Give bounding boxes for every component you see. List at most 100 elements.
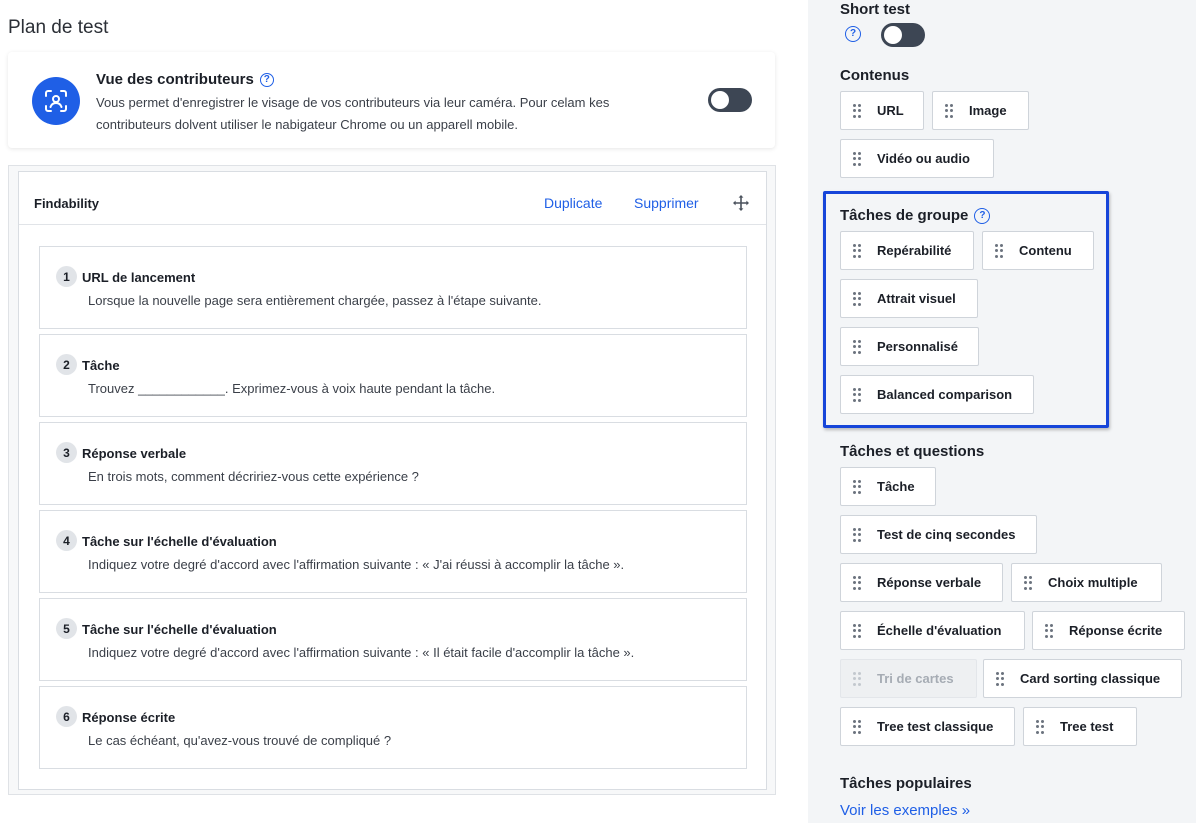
chip-contenu[interactable]: Contenu (982, 231, 1094, 270)
task-item[interactable]: 3 Réponse verbale En trois mots, comment… (39, 422, 747, 505)
chip-url[interactable]: URL (840, 91, 924, 130)
chip-choix-multiple[interactable]: Choix multiple (1011, 563, 1162, 602)
task-library-sidebar: Short test ? Contenus URL Image Vidéo ou… (808, 0, 1196, 823)
chip-reperabilite[interactable]: Repérabilité (840, 231, 974, 270)
chip-attrait-visuel[interactable]: Attrait visuel (840, 279, 978, 318)
task-description: Indiquez votre degré d'accord avec l'aff… (88, 557, 625, 572)
task-description: Trouvez ____________. Exprimez-vous à vo… (88, 381, 496, 396)
contributor-view-card: Vue des contributeurs ? Vous permet d'en… (8, 52, 775, 148)
task-number: 1 (56, 266, 77, 287)
move-icon[interactable] (733, 195, 749, 211)
help-icon[interactable]: ? (259, 72, 274, 87)
drag-handle-icon (995, 243, 1003, 258)
task-title: Tâche sur l'échelle d'évaluation (82, 622, 277, 637)
chip-label: Image (969, 103, 1007, 118)
task-item[interactable]: 6 Réponse écrite Le cas échéant, qu'avez… (39, 686, 747, 769)
task-number: 6 (56, 706, 77, 727)
chip-image[interactable]: Image (932, 91, 1029, 130)
drag-handle-icon (945, 103, 953, 118)
chip-tree-test-classique[interactable]: Tree test classique (840, 707, 1015, 746)
block-container: Findability Duplicate Supprimer 1 URL de… (8, 165, 776, 795)
drag-handle-icon (853, 243, 861, 258)
drag-handle-icon (1045, 623, 1053, 638)
task-description: Lorsque la nouvelle page sera entièremen… (88, 293, 542, 308)
chip-label: Repérabilité (877, 243, 952, 258)
drag-handle-icon (853, 671, 861, 686)
task-title: URL de lancement (82, 270, 196, 285)
contributor-view-description: Vous permet d'enregistrer le visage de v… (96, 95, 610, 132)
chip-label: Échelle d'évaluation (877, 623, 1002, 638)
toggle-knob (884, 26, 902, 44)
drag-handle-icon (1036, 719, 1044, 734)
chip-label: Vidéo ou audio (877, 151, 970, 166)
chip-balanced-comparison[interactable]: Balanced comparison (840, 375, 1034, 414)
task-item[interactable]: 1 URL de lancement Lorsque la nouvelle p… (39, 246, 747, 329)
help-icon[interactable]: ? (845, 26, 861, 42)
task-description: Le cas échéant, qu'avez-vous trouvé de c… (88, 733, 392, 748)
task-title: Tâche (82, 358, 120, 373)
chip-echelle-evaluation[interactable]: Échelle d'évaluation (840, 611, 1025, 650)
chip-label: Personnalisé (877, 339, 958, 354)
drag-handle-icon (996, 671, 1004, 686)
task-item[interactable]: 2 Tâche Trouvez ____________. Exprimez-v… (39, 334, 747, 417)
chip-label: Tâche (877, 479, 915, 494)
help-icon[interactable]: ? (974, 207, 991, 224)
delete-link[interactable]: Supprimer (634, 195, 699, 211)
tasks-questions-title: Tâches et questions (840, 443, 985, 460)
chip-label: Tri de cartes (877, 671, 954, 686)
task-number: 5 (56, 618, 77, 639)
duplicate-link[interactable]: Duplicate (544, 195, 602, 211)
chip-tree-test[interactable]: Tree test (1023, 707, 1137, 746)
drag-handle-icon (853, 719, 861, 734)
task-item[interactable]: 4 Tâche sur l'échelle d'évaluation Indiq… (39, 510, 747, 593)
task-title: Tâche sur l'échelle d'évaluation (82, 534, 277, 549)
chip-video-audio[interactable]: Vidéo ou audio (840, 139, 994, 178)
task-description: Indiquez votre degré d'accord avec l'aff… (88, 645, 635, 660)
see-examples-link[interactable]: Voir les exemples » (840, 802, 970, 819)
task-number: 4 (56, 530, 77, 551)
chip-reponse-verbale[interactable]: Réponse verbale (840, 563, 1003, 602)
block-name: Findability (34, 196, 99, 211)
page-title: Plan de test (8, 17, 109, 38)
chip-label: Contenu (1019, 243, 1072, 258)
task-title: Réponse verbale (82, 446, 187, 461)
chip-tri-de-cartes: Tri de cartes (840, 659, 977, 698)
popular-tasks-title: Tâches populaires (840, 775, 972, 792)
drag-handle-icon (853, 575, 861, 590)
toggle-knob (711, 91, 729, 109)
face-camera-icon (32, 77, 80, 125)
chip-label: Tree test (1060, 719, 1114, 734)
short-test-toggle[interactable] (881, 23, 925, 47)
drag-handle-icon (853, 339, 861, 354)
task-item[interactable]: 5 Tâche sur l'échelle d'évaluation Indiq… (39, 598, 747, 681)
chip-label: Tree test classique (877, 719, 994, 734)
task-description: En trois mots, comment décririez-vous ce… (88, 469, 419, 484)
drag-handle-icon (853, 479, 861, 494)
contenus-title: Contenus (840, 67, 910, 84)
chip-label: Réponse verbale (877, 575, 982, 590)
contributor-view-title: Vue des contributeurs ? (96, 71, 274, 88)
drag-handle-icon (853, 103, 861, 118)
chip-label: Attrait visuel (877, 291, 956, 306)
chip-label: Card sorting classique (1020, 671, 1161, 686)
task-number: 3 (56, 442, 77, 463)
chip-label: Test de cinq secondes (877, 527, 1016, 542)
chip-personnalise[interactable]: Personnalisé (840, 327, 979, 366)
task-number: 2 (56, 354, 77, 375)
drag-handle-icon (853, 527, 861, 542)
chip-card-sorting[interactable]: Card sorting classique (983, 659, 1182, 698)
drag-handle-icon (853, 151, 861, 166)
test-plan-panel: Plan de test Vue des contributeurs ? Vou… (0, 0, 808, 823)
chip-label: Choix multiple (1048, 575, 1138, 590)
contributor-view-toggle[interactable] (708, 88, 752, 112)
drag-handle-icon (853, 291, 861, 306)
chip-label: Balanced comparison (877, 387, 1013, 402)
short-test-title: Short test (840, 1, 911, 18)
contributor-view-title-text: Vue des contributeurs (96, 71, 254, 88)
drag-handle-icon (853, 387, 861, 402)
chip-five-second-test[interactable]: Test de cinq secondes (840, 515, 1037, 554)
group-tasks-title-text: Tâches de groupe (840, 207, 969, 224)
chip-reponse-ecrite[interactable]: Réponse écrite (1032, 611, 1185, 650)
chip-tache[interactable]: Tâche (840, 467, 936, 506)
findability-block: Findability Duplicate Supprimer 1 URL de… (18, 171, 767, 790)
